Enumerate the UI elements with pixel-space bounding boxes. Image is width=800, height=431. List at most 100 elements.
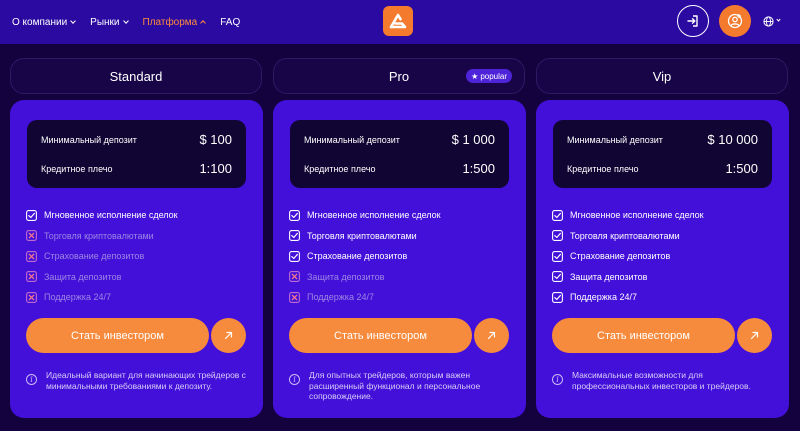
- check-icon: [552, 209, 563, 221]
- feature-label: Поддержка 24/7: [44, 292, 111, 303]
- check-icon: [552, 250, 563, 262]
- cta-label: Стать инвестором: [71, 329, 164, 342]
- feature-item: Мгновенное исполнение сделок: [552, 205, 704, 226]
- feature-item: Торговля криптовалютами: [552, 226, 704, 247]
- login-button[interactable]: [677, 5, 709, 37]
- feature-label: Мгновенное исполнение сделок: [570, 210, 704, 221]
- check-icon: [26, 209, 37, 221]
- chevron-down-icon: [70, 17, 76, 24]
- plan-tab-standard[interactable]: Standard: [10, 58, 262, 94]
- deposit-row: Минимальный депозит $ 1 000: [304, 132, 495, 147]
- cross-icon: [26, 230, 37, 242]
- popular-badge: ★ popular: [466, 69, 512, 83]
- star-icon: ★: [471, 71, 479, 81]
- plan-note: i Для опытных трейдеров, которым важен р…: [289, 370, 509, 402]
- plan-name: Pro: [388, 68, 410, 84]
- info-icon: i: [552, 374, 563, 385]
- nav-link-label: Платформа: [142, 16, 198, 28]
- cta-label: Стать инвестором: [334, 329, 427, 342]
- feature-label: Мгновенное исполнение сделок: [44, 210, 178, 221]
- nav-link-faq[interactable]: FAQ: [220, 17, 240, 28]
- plan-card-pro: Минимальный депозит $ 1 000 Кредитное пл…: [273, 100, 526, 418]
- feature-label: Торговля криптовалютами: [307, 230, 417, 241]
- plan-name: Standard: [109, 68, 163, 84]
- language-selector[interactable]: [763, 15, 781, 27]
- become-investor-button[interactable]: Стать инвестором: [552, 318, 735, 353]
- nav-link-label: FAQ: [220, 16, 241, 28]
- become-investor-button[interactable]: Стать инвестором: [26, 318, 209, 353]
- feature-item: Защита депозитов: [289, 267, 441, 288]
- feature-item: Поддержка 24/7: [26, 287, 178, 308]
- plan-terms-box: Минимальный депозит $ 10 000 Кредитное п…: [553, 120, 772, 188]
- feature-item: Торговля криптовалютами: [289, 226, 441, 247]
- check-icon: [289, 209, 300, 221]
- chevron-down-icon: [122, 17, 129, 24]
- arrow-button[interactable]: [211, 318, 246, 353]
- plan-card-vip: Минимальный депозит $ 10 000 Кредитное п…: [536, 100, 789, 418]
- become-investor-button[interactable]: Стать инвестором: [289, 318, 472, 353]
- feature-label: Страхование депозитов: [44, 251, 145, 262]
- nav-link-platform[interactable]: Платформа: [142, 16, 207, 28]
- plan-terms-box: Минимальный депозит $ 1 000 Кредитное пл…: [290, 120, 509, 188]
- leverage-label: Кредитное плечо: [41, 163, 113, 174]
- feature-label: Защита депозитов: [44, 271, 122, 282]
- feature-item: Мгновенное исполнение сделок: [26, 205, 178, 226]
- cross-icon: [26, 271, 37, 283]
- top-nav: О компании Рынки Платформа FAQ: [0, 0, 800, 44]
- deposit-label: Минимальный депозит: [304, 134, 400, 145]
- nav-links: О компании Рынки Платформа FAQ: [12, 17, 255, 28]
- profile-button[interactable]: [719, 5, 751, 37]
- chevron-up-icon: [200, 20, 207, 26]
- nav-link-label: Рынки: [90, 16, 120, 28]
- note-text: Идеальный вариант для начинающих трейдер…: [46, 370, 246, 391]
- feature-list: Мгновенное исполнение сделок Торговля кр…: [552, 205, 704, 308]
- nav-actions: [677, 5, 781, 37]
- nav-link-markets[interactable]: Рынки: [90, 16, 129, 28]
- leverage-row: Кредитное плечо 1:500: [304, 161, 495, 176]
- feature-item: Страхование депозитов: [289, 246, 441, 267]
- badge-label: popular: [480, 71, 507, 81]
- feature-item: Защита депозитов: [26, 267, 178, 288]
- note-text: Для опытных трейдеров, которым важен рас…: [309, 370, 481, 401]
- check-icon: [552, 291, 563, 303]
- deposit-label: Минимальный депозит: [567, 134, 663, 145]
- deposit-value: $ 1 000: [451, 132, 495, 147]
- check-icon: [552, 271, 563, 283]
- feature-label: Защита депозитов: [570, 271, 648, 282]
- plan-note: i Идеальный вариант для начинающих трейд…: [26, 370, 246, 391]
- info-icon: i: [289, 374, 300, 385]
- leverage-label: Кредитное плечо: [567, 163, 639, 174]
- feature-label: Поддержка 24/7: [570, 292, 637, 303]
- cross-icon: [26, 291, 37, 303]
- feature-label: Поддержка 24/7: [307, 292, 374, 303]
- deposit-value: $ 100: [199, 132, 232, 147]
- arrow-button[interactable]: [737, 318, 772, 353]
- arrow-up-right-icon: [750, 331, 759, 340]
- globe-icon: [763, 15, 774, 27]
- chevron-down-icon: [776, 17, 781, 22]
- feature-list: Мгновенное исполнение сделок Торговля кр…: [26, 205, 178, 308]
- cross-icon: [26, 250, 37, 262]
- nav-link-label: О компании: [12, 16, 68, 28]
- nav-link-company[interactable]: О компании: [12, 16, 76, 28]
- arrow-up-right-icon: [224, 331, 233, 340]
- plan-note: i Максимальные возможности для профессио…: [552, 370, 772, 391]
- feature-item: Мгновенное исполнение сделок: [289, 205, 441, 226]
- cta-label: Стать инвестором: [597, 329, 690, 342]
- user-add-icon: [727, 13, 743, 29]
- feature-label: Защита депозитов: [307, 271, 385, 282]
- feature-item: Страхование депозитов: [26, 246, 178, 267]
- logo-icon[interactable]: [383, 6, 413, 36]
- plan-tab-vip[interactable]: Vip: [536, 58, 788, 94]
- deposit-row: Минимальный депозит $ 100: [41, 132, 232, 147]
- check-icon: [289, 230, 300, 242]
- plan-name: Vip: [652, 68, 672, 84]
- arrow-button[interactable]: [474, 318, 509, 353]
- leverage-row: Кредитное плечо 1:100: [41, 161, 232, 176]
- feature-label: Торговля криптовалютами: [44, 230, 154, 241]
- info-icon: i: [26, 374, 37, 385]
- feature-item: Поддержка 24/7: [552, 287, 704, 308]
- plan-tab-pro[interactable]: Pro ★ popular: [273, 58, 525, 94]
- deposit-label: Минимальный депозит: [41, 134, 137, 145]
- feature-label: Мгновенное исполнение сделок: [307, 210, 441, 221]
